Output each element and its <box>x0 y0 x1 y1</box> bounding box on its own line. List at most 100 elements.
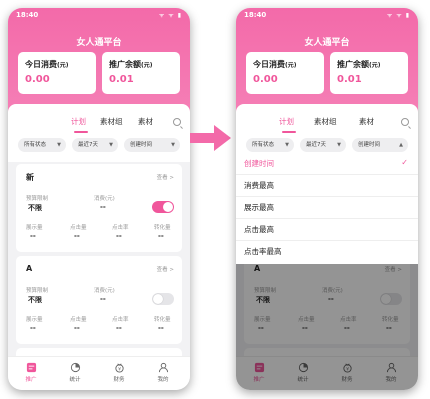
tabbar-item-stats[interactable]: 统计 <box>57 362 93 383</box>
metric-value: -- <box>158 232 164 240</box>
sort-filter[interactable]: 创建时间 ▼ <box>124 138 180 152</box>
tab-material-group[interactable]: 素材组 <box>314 116 337 127</box>
sort-filter-open[interactable]: 创建时间 ▲ <box>352 138 408 152</box>
balance-card: 推广余额(元) 0.01 <box>330 52 408 94</box>
phone-screen-before: 18:40 ᯤ ᯤ ▮ 女人通平台 今日消费(元) 0.00 推广余额(元) 0… <box>8 8 190 390</box>
tab-material-group[interactable]: 素材组 <box>100 116 123 127</box>
tab-bar-top: 计划 素材组 素材 <box>8 116 190 132</box>
profile-icon <box>158 362 168 373</box>
tab-plan[interactable]: 计划 <box>279 116 294 127</box>
balance-label: 推广余额 <box>337 60 369 69</box>
status-time: 18:40 <box>244 11 267 19</box>
search-icon[interactable] <box>401 118 409 126</box>
sort-option-impressions[interactable]: 展示最高 <box>244 202 274 213</box>
metric-label-conversions: 转化量 <box>154 225 171 231</box>
budget-value: 不限 <box>28 296 42 304</box>
status-time: 18:40 <box>16 11 39 19</box>
metric-value: -- <box>74 324 80 332</box>
sort-option-clicks[interactable]: 点击最高 <box>244 224 274 235</box>
status-filter[interactable]: 所有状态 ▼ <box>18 138 66 152</box>
balance-label: 推广余额 <box>109 60 141 69</box>
metric-label-impressions: 展示量 <box>26 317 43 323</box>
tab-bar-top: 计划 素材组 素材 <box>236 116 418 132</box>
filter-row: 所有状态 ▼ 最近7天 ▼ 创建时间 ▲ <box>236 138 418 154</box>
ad-toggle[interactable] <box>152 201 174 213</box>
divider <box>236 218 418 219</box>
chevron-down-icon: ▼ <box>337 142 341 148</box>
budget-label: 预算限制 <box>26 288 49 294</box>
chevron-up-icon: ▲ <box>399 142 403 148</box>
metric-label-ctr: 点击率 <box>112 317 129 323</box>
today-spend-value: 0.00 <box>253 74 278 85</box>
tab-material[interactable]: 素材 <box>359 116 374 127</box>
spend-label: 消费(元) <box>94 196 115 202</box>
sort-dropdown: 创建时间 ✓ 消费最高 展示最高 点击最高 点击率最高 <box>236 154 418 264</box>
sort-option-ctr[interactable]: 点击率最高 <box>244 246 282 257</box>
metric-label-ctr: 点击率 <box>112 225 129 231</box>
balance-unit: (元) <box>141 62 153 69</box>
chevron-down-icon: ▼ <box>109 142 113 148</box>
divider <box>236 196 418 197</box>
app-title: 女人通平台 <box>76 38 122 48</box>
sort-option-spend[interactable]: 消费最高 <box>244 180 274 191</box>
today-spend-card: 今日消费(元) 0.00 <box>18 52 96 94</box>
ad-toggle[interactable] <box>152 293 174 305</box>
metric-value: -- <box>30 324 36 332</box>
today-spend-unit: (元) <box>57 62 69 69</box>
balance-value: 0.01 <box>337 74 362 85</box>
tab-plan[interactable]: 计划 <box>71 116 86 127</box>
sort-option-created[interactable]: 创建时间 <box>244 158 274 169</box>
status-icons: ᯤ ᯤ ▮ <box>386 12 410 19</box>
plan-panel: 计划 素材组 素材 所有状态 ▼ 最近7天 ▼ 创建时间 ▼ <box>8 104 190 162</box>
today-spend-label: 今日消费 <box>25 60 57 69</box>
search-icon[interactable] <box>173 118 181 126</box>
metric-label-impressions: 展示量 <box>26 225 43 231</box>
tabbar-item-finance[interactable]: ¥ 财务 <box>101 362 137 383</box>
metric-value: -- <box>116 324 122 332</box>
ad-title: 新 <box>26 173 34 182</box>
view-link[interactable]: 查看 > <box>157 265 174 273</box>
bottom-tab-bar: 推广 统计 ¥ 财务 我的 <box>8 356 190 390</box>
tab-material[interactable]: 素材 <box>138 116 153 127</box>
balance-card: 推广余额(元) 0.01 <box>102 52 180 94</box>
tabbar-item-profile[interactable]: 我的 <box>145 362 181 383</box>
balance-value: 0.01 <box>109 74 134 85</box>
view-link[interactable]: 查看 > <box>157 173 174 181</box>
today-spend-unit: (元) <box>285 62 297 69</box>
metric-label-conversions: 转化量 <box>154 317 171 323</box>
spend-value: -- <box>100 295 106 303</box>
status-icons: ᯤ ᯤ ▮ <box>158 12 182 19</box>
metric-label-clicks: 点击量 <box>70 225 87 231</box>
budget-value: 不限 <box>28 204 42 212</box>
status-filter[interactable]: 所有状态 ▼ <box>246 138 294 152</box>
svg-text:¥: ¥ <box>118 366 121 371</box>
stats-icon <box>70 362 80 373</box>
check-icon: ✓ <box>401 158 408 167</box>
date-range-filter[interactable]: 最近7天 ▼ <box>300 138 346 152</box>
active-tab-indicator <box>282 131 296 133</box>
today-spend-card: 今日消费(元) 0.00 <box>246 52 324 94</box>
filter-row: 所有状态 ▼ 最近7天 ▼ 创建时间 ▼ <box>8 138 190 154</box>
metric-value: -- <box>158 324 164 332</box>
divider <box>236 240 418 241</box>
metric-label-clicks: 点击量 <box>70 317 87 323</box>
app-title: 女人通平台 <box>304 38 350 48</box>
spend-value: -- <box>100 203 106 211</box>
chevron-down-icon: ▼ <box>171 142 175 148</box>
tabbar-item-promote[interactable]: 推广 <box>13 362 49 383</box>
metric-value: -- <box>74 232 80 240</box>
today-spend-label: 今日消费 <box>253 60 285 69</box>
ad-title: A <box>26 264 33 273</box>
finance-icon: ¥ <box>114 363 124 373</box>
spend-label: 消费(元) <box>94 288 115 294</box>
balance-unit: (元) <box>369 62 381 69</box>
transition-arrow-icon <box>190 125 231 151</box>
date-range-filter[interactable]: 最近7天 ▼ <box>72 138 118 152</box>
ad-card[interactable]: A 查看 > 预算限制 不限 消费(元) -- 展示量 点击量 点击率 转化量 … <box>16 256 182 344</box>
ad-card[interactable]: 新 查看 > 预算限制 不限 消费(元) -- 展示量 点击量 点击率 转化量 … <box>16 164 182 252</box>
chevron-down-icon: ▼ <box>285 142 289 148</box>
today-spend-value: 0.00 <box>25 74 50 85</box>
active-tab-indicator <box>74 131 88 133</box>
budget-label: 预算限制 <box>26 196 49 202</box>
metric-value: -- <box>30 232 36 240</box>
